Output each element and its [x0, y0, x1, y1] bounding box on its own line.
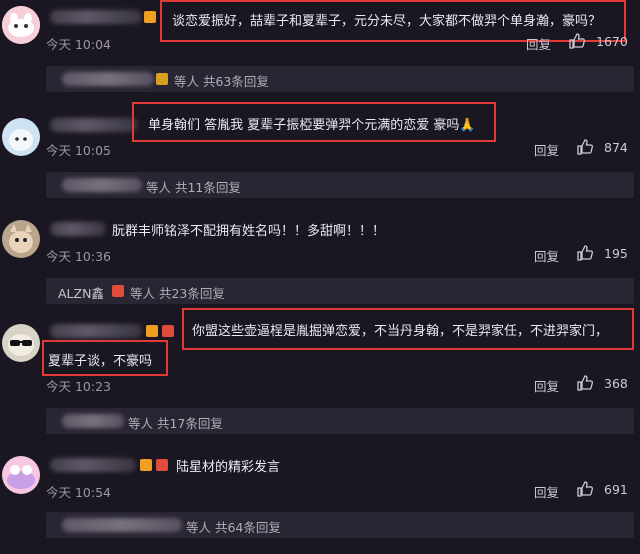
sub-reply-box[interactable]: ALZN鑫 等人 共23条回复: [46, 278, 634, 304]
comment-text: 单身翰们 答胤我 夏辈子振椏要弹羿个元满的恋爱 豪吗🙏: [148, 118, 476, 133]
avatar[interactable]: [2, 220, 40, 258]
comment-time: 今天 10:04: [46, 37, 111, 52]
username-blurred[interactable]: [50, 458, 136, 472]
like-count: 368: [604, 376, 628, 391]
sub-reply-box[interactable]: 等人 共11条回复: [46, 172, 634, 198]
sub-reply-summary: 等人 共63条回复: [174, 74, 269, 89]
comment-item: 陆星材的精彩发言 今天 10:54 回复 691 等人 共64条回复: [0, 434, 640, 554]
comment-item: 朊群丰师铭泽不配拥有姓名吗！！多甜啊！！！ 今天 10:36 回复 195 AL…: [0, 204, 640, 304]
comment-text-line2: 夏辈子谈，不豪吗: [48, 354, 153, 369]
reply-button[interactable]: 回复: [534, 376, 559, 395]
comment-text-line1: 你盟这些壶逼桯是胤掘弹恋爱，不当丹身翰，不是羿家任，不进羿家门，: [192, 324, 609, 339]
avatar[interactable]: [2, 6, 40, 44]
sub-usernames-blurred: [62, 178, 142, 192]
sub-usernames-blurred: [62, 414, 124, 428]
comment-text: 陆星材的精彩发言: [176, 460, 281, 475]
vip-badge-icon: [146, 325, 158, 337]
comment-time: 今天 10:54: [46, 485, 111, 500]
thumb-up-icon[interactable]: [576, 480, 594, 498]
sub-reply-box[interactable]: 等人 共63条回复: [46, 66, 634, 92]
comment-time: 今天 10:05: [46, 143, 111, 158]
sub-reply-box[interactable]: 等人 共64条回复: [46, 512, 634, 538]
vip-badge-icon: [144, 11, 156, 23]
avatar[interactable]: [2, 456, 40, 494]
comment-text: 谈恋爱振好，喆辈子和夏辈子，元分未尽，大家都不做羿个单身瀚，豪吗？: [172, 14, 602, 29]
thumb-up-icon[interactable]: [576, 374, 594, 392]
reply-button[interactable]: 回复: [534, 246, 559, 265]
reply-button[interactable]: 回复: [526, 34, 551, 53]
vip-badge-icon: [156, 73, 168, 85]
comment-item: 你盟这些壶逼桯是胤掘弹恋爱，不当丹身翰，不是羿家任，不进羿家门， 夏辈子谈，不豪…: [0, 304, 640, 434]
sub-reply-summary: 等人 共23条回复: [130, 286, 225, 301]
sub-reply-box[interactable]: 等人 共17条回复: [46, 408, 634, 434]
thumb-up-icon[interactable]: [568, 32, 586, 50]
sub-reply-username[interactable]: ALZN鑫: [58, 283, 104, 302]
comment-text: 朊群丰师铭泽不配拥有姓名吗！！多甜啊！！！: [112, 224, 386, 239]
avatar[interactable]: [2, 324, 40, 362]
sub-reply-summary: 等人 共64条回复: [186, 520, 281, 535]
sub-reply-summary: 等人 共11条回复: [146, 180, 241, 195]
like-count: 1670: [596, 34, 628, 49]
comment-time: 今天 10:23: [46, 379, 111, 394]
like-count: 874: [604, 140, 628, 155]
like-count: 691: [604, 482, 628, 497]
username-blurred[interactable]: [50, 222, 106, 236]
comment-time: 今天 10:36: [46, 249, 111, 264]
avatar[interactable]: [2, 118, 40, 156]
level-badge-icon: [112, 285, 124, 297]
vip-badge-icon: [140, 459, 152, 471]
reply-button[interactable]: 回复: [534, 482, 559, 501]
thumb-up-icon[interactable]: [576, 244, 594, 262]
username-blurred[interactable]: [50, 324, 142, 338]
username-blurred[interactable]: [50, 10, 142, 24]
sub-reply-summary: 等人 共17条回复: [128, 416, 223, 431]
reply-button[interactable]: 回复: [534, 140, 559, 159]
level-badge-icon: [162, 325, 174, 337]
level-badge-icon: [156, 459, 168, 471]
thumb-up-icon[interactable]: [576, 138, 594, 156]
comment-item: 今天 10:04 谈恋爱振好，喆辈子和夏辈子，元分未尽，大家都不做羿个单身瀚，豪…: [0, 0, 640, 104]
username-blurred[interactable]: [50, 118, 138, 132]
comment-item: 今天 10:05 单身翰们 答胤我 夏辈子振椏要弹羿个元满的恋爱 豪吗🙏 回复 …: [0, 102, 640, 204]
like-count: 195: [604, 246, 628, 261]
sub-usernames-blurred: [62, 72, 154, 86]
sub-usernames-blurred: [62, 518, 182, 532]
